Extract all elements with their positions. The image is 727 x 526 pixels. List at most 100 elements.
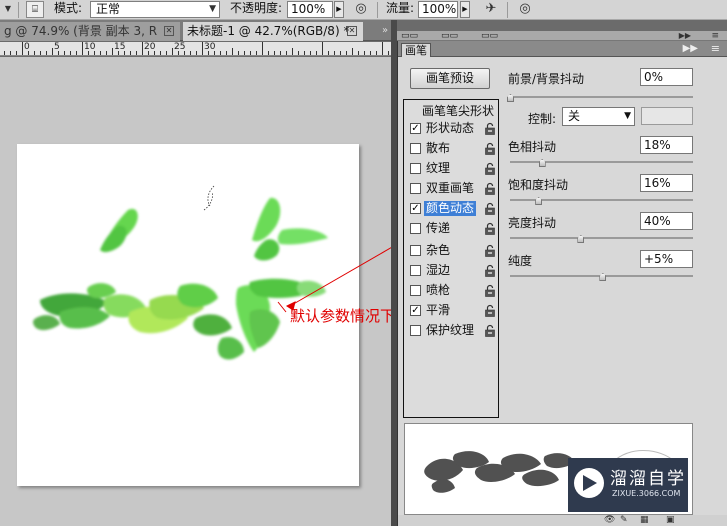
new-preset-icon[interactable]: ▣: [666, 515, 675, 526]
brush-option-row[interactable]: ✓ 形状动态: [408, 120, 498, 138]
pressure-opacity-icon[interactable]: ◎: [352, 1, 370, 18]
collapsed-panel-tab[interactable]: ▭▭: [401, 31, 418, 41]
option-checkbox[interactable]: ✓: [410, 305, 421, 316]
brush-option-row[interactable]: 散布: [408, 140, 498, 158]
brush-panel-toggle-icon[interactable]: ⌸: [26, 1, 44, 18]
option-checkbox[interactable]: [410, 265, 421, 276]
brightness-jitter-input[interactable]: 40%: [640, 212, 693, 230]
lock-icon[interactable]: [484, 202, 496, 215]
chevron-down-icon: ▼: [624, 111, 631, 121]
option-checkbox[interactable]: [410, 285, 421, 296]
purity-input[interactable]: +5%: [640, 250, 693, 268]
tab-brush[interactable]: 画笔: [401, 43, 431, 57]
panel-menu-icon[interactable]: ≡: [711, 31, 719, 41]
hue-jitter-input[interactable]: 18%: [640, 136, 693, 154]
flow-slider-arrow-icon[interactable]: ▶: [460, 1, 470, 18]
eye-icon[interactable]: 👁: [604, 515, 615, 526]
slider-thumb[interactable]: [507, 94, 514, 102]
ruler-tick: [262, 42, 263, 55]
lock-icon[interactable]: [484, 244, 496, 257]
control-select[interactable]: 关 ▼: [562, 107, 635, 126]
saturation-jitter-slider[interactable]: [510, 197, 693, 205]
lock-icon[interactable]: [484, 142, 496, 155]
option-checkbox[interactable]: [410, 143, 421, 154]
brush-option-row[interactable]: 双重画笔: [408, 180, 498, 198]
slider-thumb[interactable]: [535, 197, 543, 205]
ruler-label: 10: [84, 42, 96, 52]
hue-jitter-slider[interactable]: [510, 159, 693, 167]
brush-option-row[interactable]: 湿边: [408, 262, 498, 280]
panel-menu-icon[interactable]: ≡: [711, 41, 720, 56]
ruler-tick: [274, 51, 275, 55]
tool-preset-dropdown[interactable]: ▼: [2, 1, 14, 18]
ruler-tick: [10, 51, 11, 55]
option-label: 纹理: [426, 161, 451, 175]
option-checkbox[interactable]: [410, 163, 421, 174]
option-checkbox[interactable]: ✓: [410, 123, 421, 134]
fg-bg-jitter-slider[interactable]: [507, 94, 693, 102]
collapsed-panel-tab[interactable]: ▭▭: [441, 31, 458, 41]
brush-option-row[interactable]: ✓ 平滑: [408, 302, 498, 320]
slider-thumb[interactable]: [599, 273, 607, 281]
brush-option-row[interactable]: ✓ 颜色动态: [408, 200, 498, 218]
slider-thumb[interactable]: [538, 159, 546, 167]
lock-icon[interactable]: [484, 122, 496, 135]
ruler-tick: [280, 51, 281, 55]
option-checkbox[interactable]: [410, 245, 421, 256]
lock-icon[interactable]: [484, 324, 496, 337]
brush-option-row[interactable]: 喷枪: [408, 282, 498, 300]
fg-bg-jitter-input[interactable]: 0%: [640, 68, 693, 86]
lock-icon[interactable]: [484, 264, 496, 277]
option-checkbox[interactable]: [410, 325, 421, 336]
brush-option-row[interactable]: 保护纹理: [408, 322, 498, 340]
ruler-tick: [202, 42, 203, 55]
brush-option-row[interactable]: 纹理: [408, 160, 498, 178]
option-label: 杂色: [426, 243, 451, 257]
ruler-tick: [52, 48, 53, 55]
ruler-tick: [70, 51, 71, 55]
brush-option-row[interactable]: 杂色: [408, 242, 498, 260]
lock-icon[interactable]: [484, 162, 496, 175]
lock-icon[interactable]: [484, 304, 496, 317]
collapsed-panel-tab[interactable]: ▭▭: [481, 31, 498, 41]
mode-select[interactable]: 正常 ▼: [90, 1, 220, 18]
lock-icon[interactable]: [484, 284, 496, 297]
collapse-panels-icon[interactable]: ▶▶: [679, 31, 691, 41]
brush-option-row[interactable]: 传递: [408, 220, 498, 238]
tab-label: g @ 74.9% (背景 副本 3, R: [4, 24, 158, 38]
lock-icon[interactable]: [484, 182, 496, 195]
ruler-label: 25: [174, 42, 186, 52]
option-checkbox[interactable]: [410, 223, 421, 234]
brush-presets-button[interactable]: 画笔预设: [410, 68, 490, 89]
flow-input[interactable]: 100%: [418, 1, 458, 18]
opacity-input[interactable]: 100%: [287, 1, 333, 18]
close-icon[interactable]: ✕: [164, 26, 174, 36]
close-icon[interactable]: ✕: [347, 26, 357, 36]
option-label: 喷枪: [426, 283, 451, 297]
grid-icon[interactable]: ▦: [640, 515, 649, 526]
tab-label: 未标题-1 @ 42.7%(RGB/8) *: [187, 24, 350, 38]
opacity-slider-arrow-icon[interactable]: ▶: [334, 1, 344, 18]
saturation-jitter-input[interactable]: 16%: [640, 174, 693, 192]
brightness-jitter-slider[interactable]: [510, 235, 693, 243]
pressure-size-icon[interactable]: ◎: [516, 1, 534, 18]
horizontal-ruler: 0 5 10 15 20 25 30: [0, 42, 391, 56]
tab-document-1[interactable]: g @ 74.9% (背景 副本 3, R ✕: [0, 22, 180, 41]
divider: [507, 2, 508, 18]
brush-icon[interactable]: ✎: [620, 515, 628, 526]
ruler-tick: [100, 51, 101, 55]
option-checkbox[interactable]: [410, 183, 421, 194]
brush-tip-shape-item[interactable]: 画笔笔尖形状: [422, 102, 494, 119]
tab-document-2[interactable]: 未标题-1 @ 42.7%(RGB/8) * ✕: [183, 22, 363, 41]
collapse-icon[interactable]: ▶▶: [683, 41, 698, 56]
lock-icon[interactable]: [484, 222, 496, 235]
brightness-jitter-label: 亮度抖动: [508, 216, 557, 230]
ruler-tick: [256, 51, 257, 55]
ruler-tick: [76, 51, 77, 55]
tab-overflow-icon[interactable]: »: [379, 22, 391, 40]
airbrush-icon[interactable]: ✈: [482, 1, 500, 18]
brush-options-list: 画笔笔尖形状 ✓ 形状动态散布纹理双重画笔 ✓ 颜色动态传递杂色湿边喷枪 ✓ 平滑保护纹理: [403, 99, 499, 418]
option-checkbox[interactable]: ✓: [410, 203, 421, 214]
slider-thumb[interactable]: [577, 235, 585, 243]
purity-slider[interactable]: [510, 273, 693, 281]
